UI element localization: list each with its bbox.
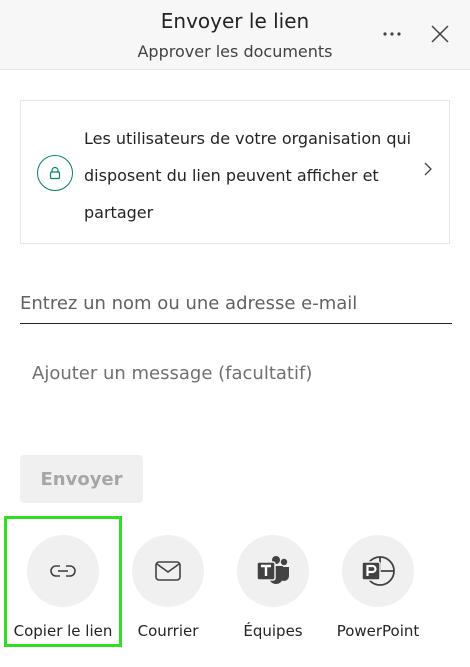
more-horizontal-icon <box>383 32 401 36</box>
share-teams-button[interactable]: Équipes <box>218 535 328 647</box>
powerpoint-icon <box>361 556 395 586</box>
link-permission-badge <box>37 155 73 191</box>
close-button[interactable] <box>424 18 456 50</box>
share-copy-link-button[interactable]: Copier le lien <box>8 535 118 647</box>
share-teams-circle <box>237 535 309 607</box>
recipient-input[interactable] <box>20 283 452 324</box>
share-mail-label: Courrier <box>137 622 199 640</box>
dialog-header: Envoyer le lien Approver les documents <box>0 0 470 70</box>
link-settings-button[interactable]: Les utilisateurs de votre organisation q… <box>20 100 450 244</box>
chevron-right-icon <box>419 159 437 179</box>
share-mail-circle <box>132 535 204 607</box>
lock-icon <box>49 166 61 180</box>
link-settings-description: Les utilisateurs de votre organisation q… <box>84 129 412 222</box>
share-copy-link-circle <box>27 535 99 607</box>
share-teams-label: Équipes <box>243 622 303 640</box>
share-mail-button[interactable]: Courrier <box>113 535 223 647</box>
mail-icon <box>155 561 181 581</box>
share-powerpoint-label: PowerPoint <box>336 622 420 640</box>
more-options-button[interactable] <box>376 18 408 50</box>
message-input[interactable] <box>32 356 452 396</box>
send-button[interactable]: Envoyer <box>20 455 143 503</box>
close-icon <box>431 25 449 43</box>
share-copy-link-label: Copier le lien <box>13 622 113 640</box>
share-powerpoint-circle <box>342 535 414 607</box>
teams-icon <box>256 556 289 584</box>
link-icon <box>50 565 76 577</box>
share-powerpoint-button[interactable]: PowerPoint <box>323 535 433 647</box>
